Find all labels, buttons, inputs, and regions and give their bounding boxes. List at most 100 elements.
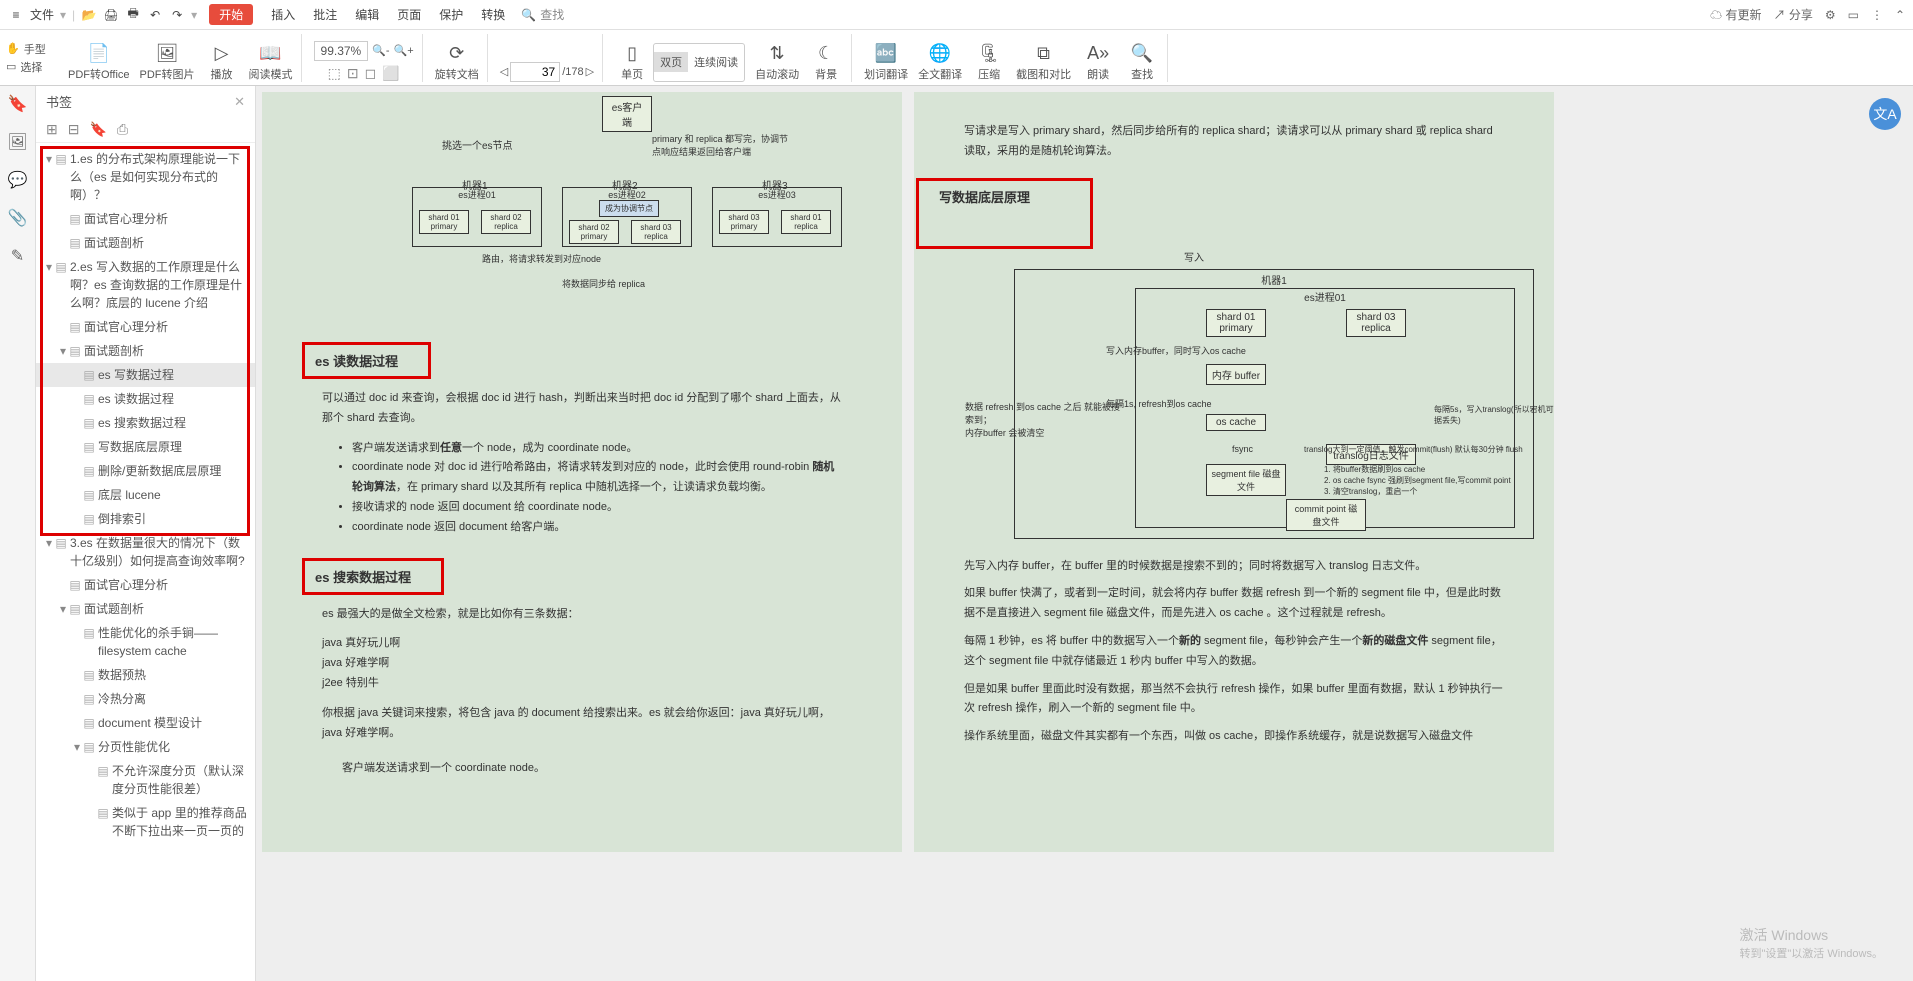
- zoom-value[interactable]: 99.37%: [314, 41, 369, 61]
- play-button[interactable]: ▷播放: [205, 43, 239, 82]
- actual-size-icon[interactable]: ◻: [365, 65, 377, 82]
- screenshot-compare[interactable]: ⧉截图和对比: [1016, 43, 1071, 82]
- undo-dropdown-icon[interactable]: ▾: [191, 8, 197, 22]
- bookmark-item[interactable]: ▤面试题剖析: [36, 231, 255, 255]
- full-translate[interactable]: 🌐全文翻译: [918, 43, 962, 82]
- bookmark-item[interactable]: ▤删除/更新数据底层原理: [36, 459, 255, 483]
- collapse-all-icon[interactable]: ⊟: [68, 121, 80, 138]
- file-dropdown-icon[interactable]: ▾: [60, 8, 66, 22]
- bookmark-item[interactable]: ▤写数据底层原理: [36, 435, 255, 459]
- pdf-to-office[interactable]: 📄PDF转Office: [68, 43, 130, 82]
- save-icon[interactable]: 🖶: [125, 4, 141, 25]
- paragraph: 先写入内存 buffer，在 buffer 里的时候数据是搜索不到的；同时将数据…: [964, 557, 1504, 577]
- bookmark-item[interactable]: ▤面试官心理分析: [36, 315, 255, 339]
- auto-scroll[interactable]: ⇅自动滚动: [755, 43, 799, 82]
- expand-all-icon[interactable]: ⊞: [46, 121, 58, 138]
- select-tool[interactable]: ▭ 选择: [6, 59, 56, 75]
- fit-page-icon[interactable]: ⊡: [347, 65, 359, 82]
- bookmark-item[interactable]: ▤es 搜索数据过程: [36, 411, 255, 435]
- bookmarks-rail-icon[interactable]: 🔖: [8, 94, 28, 114]
- tab-protect[interactable]: 保护: [439, 6, 463, 23]
- paragraph: 每隔 1 秒钟，es 将 buffer 中的数据写入一个新的 segment f…: [964, 632, 1504, 672]
- window-icon[interactable]: ▭: [1848, 8, 1859, 22]
- bookmark-item[interactable]: ▤底层 lucene: [36, 483, 255, 507]
- thumbnails-rail-icon[interactable]: 🖼: [7, 132, 27, 152]
- bookmark-item[interactable]: ▤类似于 app 里的推荐商品不断下拉出来一页一页的: [36, 801, 255, 843]
- open-icon[interactable]: 📂: [81, 8, 97, 22]
- bookmark-item[interactable]: ▤不允许深度分页（默认深度分页性能很差）: [36, 759, 255, 801]
- bullet-list: 客户端发送请求到任意一个 node，成为 coordinate node。coo…: [322, 439, 842, 538]
- search-icon: 🔍: [521, 8, 536, 22]
- speak[interactable]: A»朗读: [1081, 43, 1115, 82]
- continuous-read[interactable]: 连续阅读: [688, 52, 744, 72]
- global-search[interactable]: 🔍 查找: [521, 6, 564, 23]
- pdf-to-image[interactable]: 🖼PDF转图片: [140, 43, 195, 82]
- menubar: ≡ 文件 ▾ | 📂 🖨 🖶 ↶ ↷ ▾ 开始 插入 批注 编辑 页面 保护 转…: [0, 0, 1913, 30]
- update-notice[interactable]: ☁ 有更新: [1710, 6, 1761, 23]
- fit-width-icon[interactable]: ⬚: [328, 65, 341, 82]
- find[interactable]: 🔍查找: [1125, 43, 1159, 82]
- bookmark-item[interactable]: ▤面试官心理分析: [36, 573, 255, 597]
- document-viewport[interactable]: 文A es客户端 挑选一个es节点 primary 和 replica 都写完，…: [256, 86, 1913, 981]
- settings-icon[interactable]: ⚙: [1825, 8, 1836, 22]
- close-panel-icon[interactable]: ✕: [234, 94, 245, 110]
- bookmark-item[interactable]: ▤数据预热: [36, 663, 255, 687]
- expand-icon[interactable]: ⌃: [1895, 8, 1905, 22]
- page-input[interactable]: [510, 62, 560, 82]
- bookmarks-tree[interactable]: ▾▤1.es 的分布式架构原理能说一下么（es 是如何实现分布式的啊）？▤面试官…: [36, 143, 255, 981]
- bookmark-item[interactable]: ▾▤分页性能优化: [36, 735, 255, 759]
- translate-floating-button[interactable]: 文A: [1869, 98, 1901, 130]
- word-translate[interactable]: 🔤划词翻译: [864, 43, 908, 82]
- prev-page-icon[interactable]: ◁: [500, 65, 508, 78]
- zoom-out-icon[interactable]: 🔍-: [372, 44, 389, 57]
- more-icon[interactable]: ⋮: [1871, 8, 1883, 22]
- bookmark-item[interactable]: ▤冷热分离: [36, 687, 255, 711]
- bookmark-item[interactable]: ▤面试官心理分析: [36, 207, 255, 231]
- next-page-icon[interactable]: ▷: [586, 65, 594, 78]
- bookmark-item[interactable]: ▾▤2.es 写入数据的工作原理是什么啊？es 查询数据的工作原理是什么啊？底层…: [36, 255, 255, 315]
- share-button[interactable]: ↗ 分享: [1773, 6, 1812, 23]
- print-icon[interactable]: 🖨: [103, 8, 119, 22]
- double-page[interactable]: 双页: [654, 52, 688, 72]
- tab-annotate[interactable]: 批注: [313, 6, 337, 23]
- read-mode[interactable]: 📖阅读模式: [249, 43, 293, 82]
- bookmark-item[interactable]: ▾▤面试题剖析: [36, 339, 255, 363]
- file-menu[interactable]: 文件: [30, 6, 54, 23]
- scroll-icon: ⇅: [770, 43, 785, 64]
- add-bookmark-icon[interactable]: 🔖: [89, 121, 106, 138]
- fit-visible-icon[interactable]: ⬜: [382, 65, 399, 82]
- rotate-doc[interactable]: ⟳旋转文档: [435, 43, 479, 82]
- diagram-label: 数据 refresh 到os cache 之后 就能被搜索到； 内存buffer…: [965, 400, 1125, 439]
- diagram-label: 将数据同步给 replica: [562, 277, 645, 290]
- bookmark-item[interactable]: ▾▤1.es 的分布式架构原理能说一下么（es 是如何实现分布式的啊）？: [36, 147, 255, 207]
- bookmark-outline-icon[interactable]: ⎙: [117, 121, 128, 138]
- bookmark-item[interactable]: ▾▤3.es 在数据量很大的情况下（数十亿级别）如何提高查询效率啊?: [36, 531, 255, 573]
- bookmark-item[interactable]: ▾▤面试题剖析: [36, 597, 255, 621]
- pdf-image-icon: 🖼: [156, 43, 179, 64]
- compress[interactable]: 🗜压缩: [972, 43, 1006, 82]
- tools-rail-icon[interactable]: ✎: [11, 246, 24, 266]
- bookmark-item[interactable]: ▤性能优化的杀手锏——filesystem cache: [36, 621, 255, 663]
- zoom-in-icon[interactable]: 🔍+: [394, 44, 414, 57]
- tab-convert[interactable]: 转换: [481, 6, 505, 23]
- tab-start[interactable]: 开始: [209, 4, 253, 25]
- heading-search: es 搜索数据过程: [302, 558, 444, 595]
- tab-edit[interactable]: 编辑: [355, 6, 379, 23]
- bookmark-item[interactable]: ▤倒排索引: [36, 507, 255, 531]
- background[interactable]: ☾背景: [809, 43, 843, 82]
- redo-icon[interactable]: ↷: [169, 8, 185, 22]
- comments-rail-icon[interactable]: 💬: [8, 170, 28, 190]
- menu-icon[interactable]: ≡: [8, 8, 24, 22]
- diagram-label: 路由，将请求转发到对应node: [482, 252, 601, 265]
- tab-page[interactable]: 页面: [397, 6, 421, 23]
- undo-icon[interactable]: ↶: [147, 8, 163, 22]
- paragraph: 如果 buffer 快满了，或者到一定时间，就会将内存 buffer 数据 re…: [964, 584, 1504, 624]
- bookmark-item[interactable]: ▤es 读数据过程: [36, 387, 255, 411]
- bookmark-item[interactable]: ▤document 模型设计: [36, 711, 255, 735]
- bookmark-item[interactable]: ▤es 写数据过程: [36, 363, 255, 387]
- single-page[interactable]: ▯单页: [615, 43, 649, 82]
- crop-icon: ⧉: [1037, 43, 1050, 64]
- tab-insert[interactable]: 插入: [271, 6, 295, 23]
- attachments-rail-icon[interactable]: 📎: [8, 208, 28, 228]
- hand-tool[interactable]: ✋ 手型: [6, 41, 56, 57]
